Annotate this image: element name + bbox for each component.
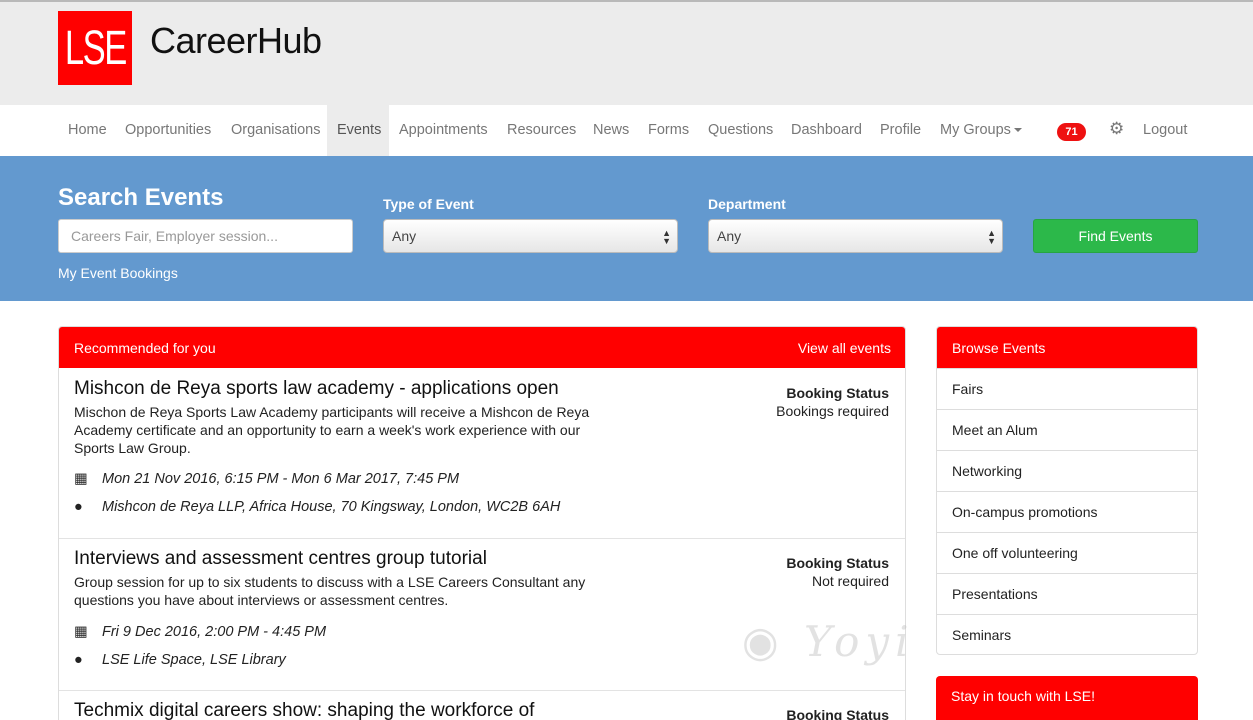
select-arrows-icon: ▲ ▼ [662,228,671,246]
department-select[interactable]: Any ▲ ▼ [708,219,1003,253]
recommended-title: Recommended for you [74,340,216,356]
nav-dashboard[interactable]: Dashboard [791,105,862,156]
event-description: Mischon de Reya Sports Law Academy parti… [74,404,590,456]
map-pin-icon: ● [74,652,83,668]
browse-item-seminars[interactable]: Seminars [937,614,1197,654]
booking-status-label: Booking Status [786,707,889,720]
event-location: Mishcon de Reya LLP, Africa House, 70 Ki… [102,499,561,515]
booking-status: Booking Status [786,706,889,720]
event-location-row: ● Mishcon de Reya LLP, Africa House, 70 K… [74,499,560,515]
nav-forms[interactable]: Forms [648,105,689,156]
event-location-row: ● LSE Life Space, LSE Library [74,652,286,668]
nav-news[interactable]: News [593,105,629,156]
event-date: Fri 9 Dec 2016, 2:00 PM - 4:45 PM [102,624,327,640]
booking-status-label: Booking Status [786,385,889,401]
nav-logout[interactable]: Logout [1143,105,1187,156]
booking-status-label: Booking Status [786,555,889,571]
map-pin-icon: ● [74,499,83,515]
booking-status-value: Bookings required [776,403,889,419]
browse-events-panel: Browse Events Fairs Meet an Alum Network… [936,326,1198,655]
my-event-bookings-link[interactable]: My Event Bookings [58,265,178,281]
event-description: Group session for up to six students to … [74,574,586,608]
event-item: Techmix digital careers show: shaping th… [59,691,905,720]
site-header: LSE CareerHub [0,2,1253,105]
browse-events-title: Browse Events [937,327,1197,368]
lse-logo[interactable]: LSE [58,11,132,85]
event-title[interactable]: Techmix digital careers show: shaping th… [74,700,534,720]
nav-profile[interactable]: Profile [880,105,921,156]
nav-my-groups[interactable]: My Groups [940,105,1022,156]
watermark: ◉ Yoyi [742,617,915,666]
browse-item-meet-an-alum[interactable]: Meet an Alum [937,409,1197,450]
event-date-row: ▦ Mon 21 Nov 2016, 6:15 PM - Mon 6 Mar 20… [74,471,459,487]
chevron-down-icon [1013,128,1022,133]
type-of-event-select[interactable]: Any ▲ ▼ [383,219,678,253]
department-label: Department [708,196,786,212]
recommended-header: Recommended for you View all events [59,327,905,368]
browse-item-one-off-volunteering[interactable]: One off volunteering [937,532,1197,573]
event-location: LSE Life Space, LSE Library [102,652,286,668]
nav-events[interactable]: Events [327,105,389,156]
logo-text: LSE [64,21,127,75]
browse-item-networking[interactable]: Networking [937,450,1197,491]
nav-questions[interactable]: Questions [708,105,773,156]
nav-organisations[interactable]: Organisations [231,105,320,156]
watermark-text: Yoyi [804,617,915,666]
search-input[interactable] [58,219,353,253]
booking-status: Booking Status Not required [786,554,889,590]
gear-icon[interactable]: ⚙ [1109,119,1124,139]
event-item: Interviews and assessment centres group … [59,539,905,691]
event-date-row: ▦ Fri 9 Dec 2016, 2:00 PM - 4:45 PM [74,624,326,640]
nav-my-groups-label: My Groups [940,122,1011,138]
nav-appointments[interactable]: Appointments [399,105,488,156]
site-title[interactable]: CareerHub [150,20,322,62]
find-events-button[interactable]: Find Events [1033,219,1198,253]
nav-resources[interactable]: Resources [507,105,576,156]
browse-item-fairs[interactable]: Fairs [937,368,1197,409]
type-of-event-value: Any [392,228,417,244]
browse-item-on-campus-promotions[interactable]: On-campus promotions [937,491,1197,532]
event-title[interactable]: Mishcon de Reya sports law academy - app… [74,378,559,400]
type-of-event-label: Type of Event [383,196,474,212]
select-arrows-icon: ▲ ▼ [987,228,996,246]
browse-item-presentations[interactable]: Presentations [937,573,1197,614]
nav-opportunities[interactable]: Opportunities [125,105,211,156]
booking-status-value: Not required [811,573,889,589]
department-value: Any [717,228,742,244]
event-item: Mishcon de Reya sports law academy - app… [59,368,905,539]
calendar-icon: ▦ [74,624,88,640]
nav-home[interactable]: Home [68,105,107,156]
view-all-events-link[interactable]: View all events [798,340,891,356]
stay-in-touch-header: Stay in touch with LSE! [936,676,1198,720]
event-date: Mon 21 Nov 2016, 6:15 PM - Mon 6 Mar 201… [102,471,460,487]
calendar-icon: ▦ [74,471,88,487]
booking-status: Booking Status Bookings required [776,384,889,420]
notification-badge[interactable]: 71 [1057,123,1086,141]
search-title: Search Events [58,184,224,211]
event-title[interactable]: Interviews and assessment centres group … [74,548,487,570]
